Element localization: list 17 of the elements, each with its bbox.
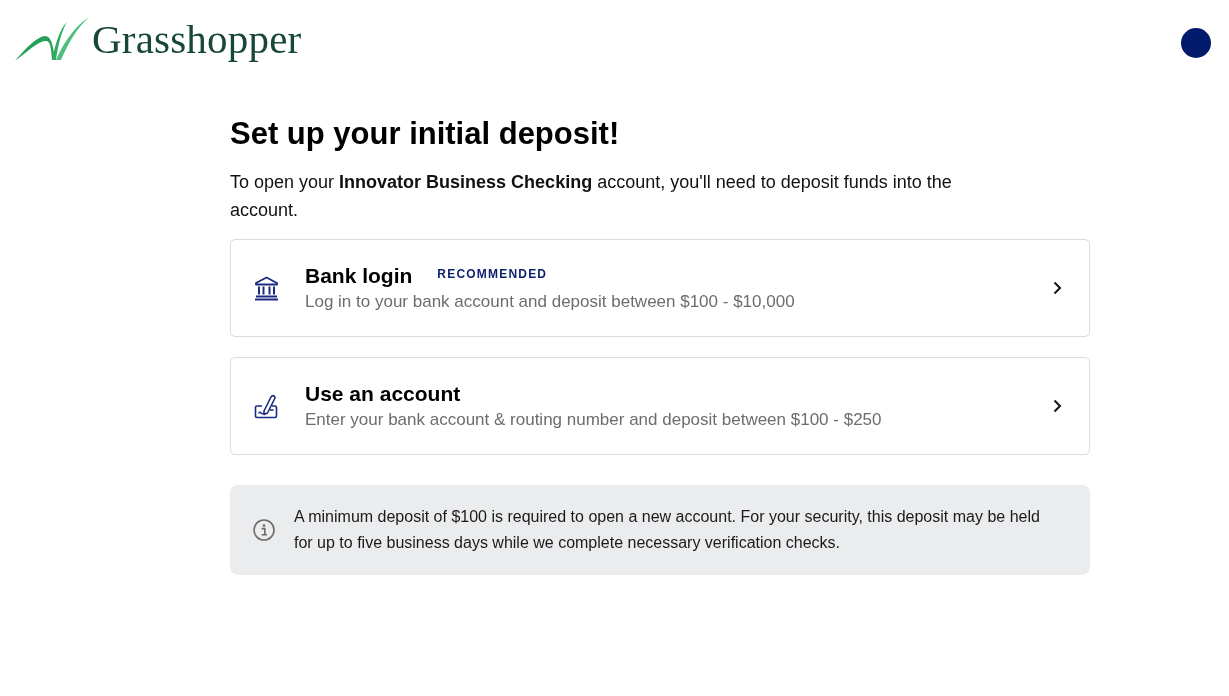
notice-text: A minimum deposit of $100 is required to open a new account. For your security, this deposit may be held for up to five business days while we complete necessary verification checks.: [294, 507, 1041, 553]
chevron-right-icon: [1053, 281, 1062, 295]
logo-wordmark: Grasshopper: [92, 16, 302, 62]
pen-signing-check-icon: [254, 393, 279, 419]
page-heading: Set up your initial deposit!: [230, 115, 621, 153]
option-title: Use an account: [305, 381, 461, 407]
option-description: Log in to your bank account and deposit between $100 - $10,000: [305, 291, 796, 313]
deposit-option-card[interactable]: Bank login RECOMMENDED Log in to your bank account and deposit between $100 - $10,000: [230, 239, 1090, 337]
grass-logo-icon: [15, 16, 89, 62]
option-title: Bank login: [305, 263, 413, 289]
recommended-label: RECOMMENDED: [437, 266, 548, 282]
bank-building-icon: [254, 275, 279, 301]
info-icon: [253, 519, 275, 541]
deposit-option-card[interactable]: Use an account Enter your bank account & routing number and deposit between $100 - $250: [230, 357, 1090, 455]
option-description: Enter your bank account & routing number and deposit between $100 - $250: [305, 409, 883, 431]
intro-text: To open your Innovator Business Checking account, you'll need to deposit funds into the account.: [230, 171, 953, 222]
chevron-right-icon: [1053, 399, 1062, 413]
